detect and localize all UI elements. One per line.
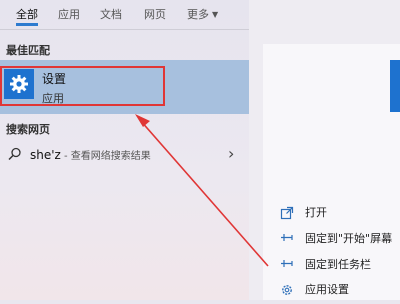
annotation-arrow — [135, 114, 269, 267]
